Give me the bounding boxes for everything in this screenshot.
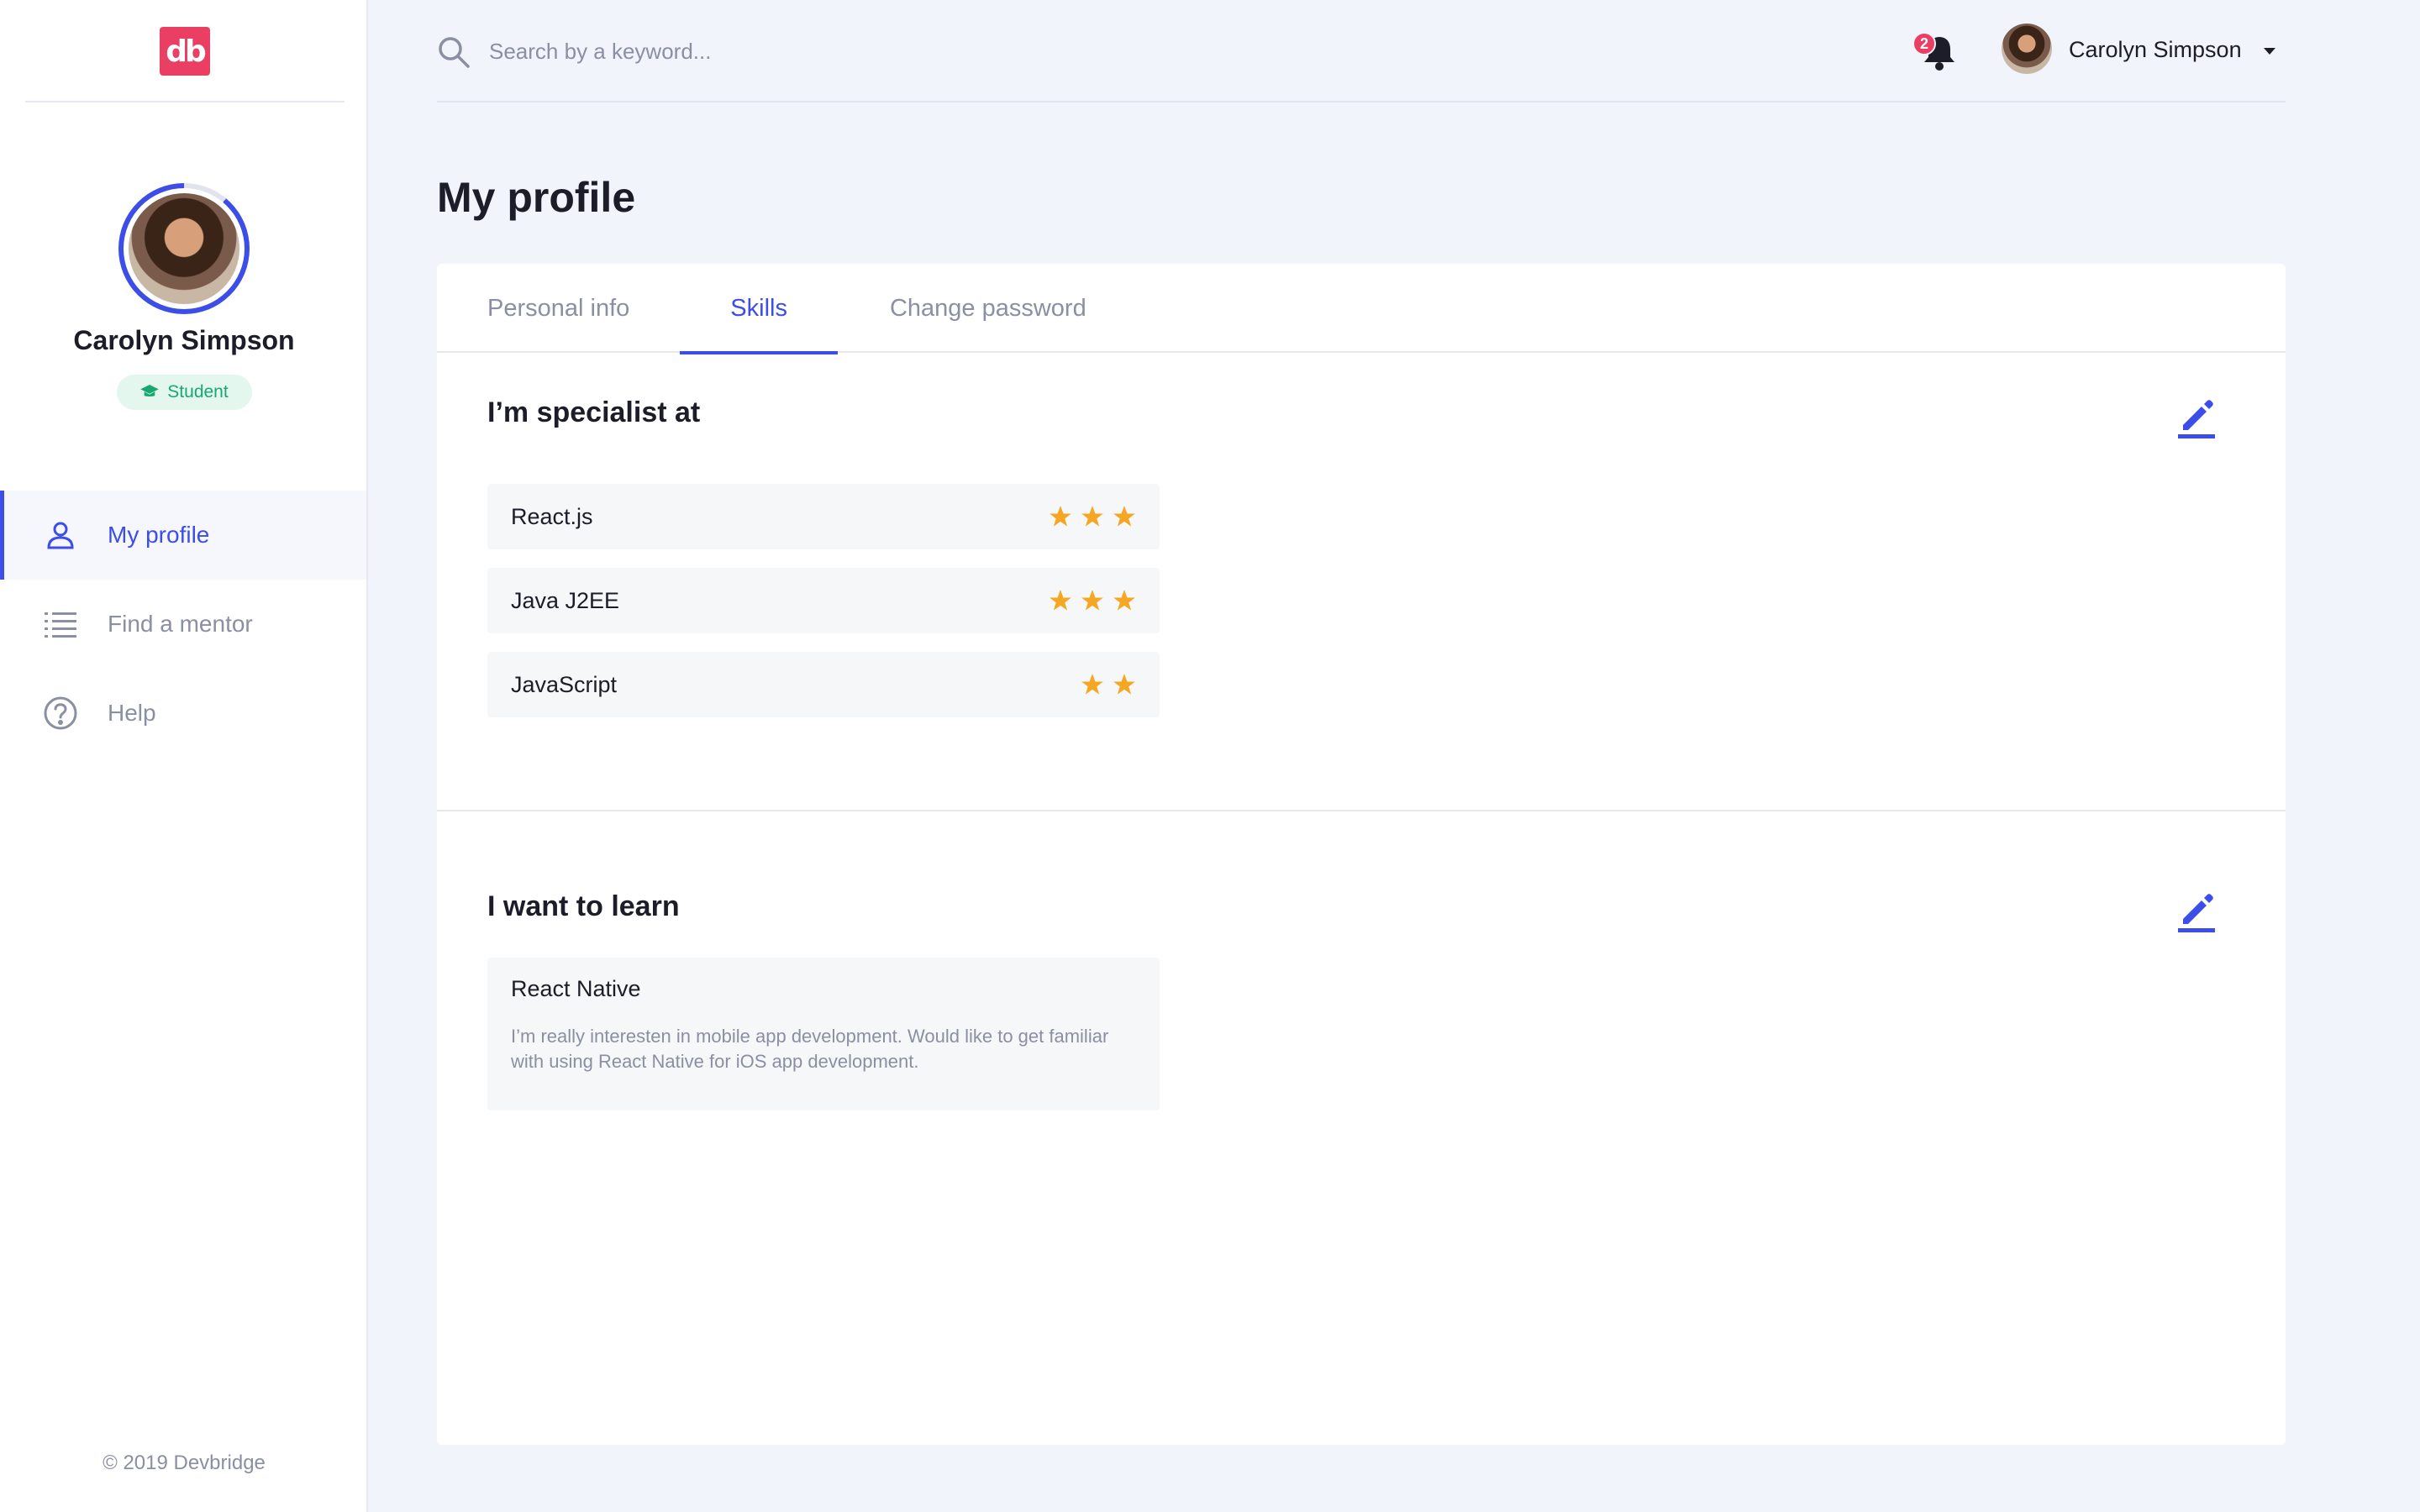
- tab-change-password[interactable]: Change password: [890, 264, 1086, 353]
- role-badge-label: Student: [167, 382, 229, 402]
- skill-row: Java J2EE: [487, 568, 1160, 633]
- sidebar-item-find-a-mentor[interactable]: Find a mentor: [0, 580, 366, 669]
- learn-item-name: React Native: [511, 976, 641, 1001]
- search-input[interactable]: [489, 32, 993, 71]
- skill-rating: [1049, 505, 1136, 528]
- skill-name: React.js: [511, 503, 593, 529]
- specialist-section-title: I’m specialist at: [487, 396, 701, 428]
- sidebar-divider: [25, 101, 345, 102]
- star-icon: [1050, 506, 1071, 527]
- graduation-cap-icon: [140, 385, 160, 396]
- star-icon: [1113, 506, 1135, 527]
- profile-tabs: Personal info Skills Change password: [437, 264, 2286, 354]
- page-title: My profile: [437, 174, 636, 221]
- profile-card: Personal info Skills Change password I’m…: [437, 264, 2286, 1445]
- skill-rating: [1049, 589, 1136, 612]
- tab-personal-info[interactable]: Personal info: [487, 264, 629, 353]
- list-icon: [44, 607, 77, 641]
- learn-item: React Native I’m really interesten in mo…: [487, 958, 1160, 1110]
- user-avatar[interactable]: [2002, 24, 2052, 74]
- skill-name: Java J2EE: [511, 587, 620, 613]
- devbridge-logo[interactable]: db: [160, 27, 210, 76]
- sidebar-item-label: Find a mentor: [108, 611, 253, 637]
- user-icon: [44, 518, 77, 552]
- sidebar-item-my-profile[interactable]: My profile: [0, 491, 366, 580]
- sidebar: db Carolyn Simpson Student My profile Fi…: [0, 0, 368, 1512]
- user-name[interactable]: Carolyn Simpson: [2069, 37, 2242, 63]
- profile-avatar-ring: [118, 183, 250, 314]
- star-icon: [1050, 590, 1071, 611]
- copyright-footer: © 2019 Devbridge: [103, 1452, 266, 1474]
- star-icon: [1113, 674, 1135, 695]
- star-icon: [1081, 506, 1103, 527]
- learn-section-title: I want to learn: [487, 890, 680, 922]
- profile-avatar: [129, 193, 239, 304]
- role-badge: Student: [117, 375, 252, 410]
- topbar: 2 Carolyn Simpson: [437, 0, 2286, 102]
- edit-learn-pencil-icon[interactable]: [2173, 887, 2220, 934]
- sidebar-nav: My profile Find a mentor Help: [0, 491, 366, 758]
- star-icon: [1113, 590, 1135, 611]
- sidebar-item-label: My profile: [108, 522, 210, 548]
- search-icon: [439, 37, 470, 68]
- star-icon: [1081, 674, 1103, 695]
- skill-row: JavaScript: [487, 652, 1160, 717]
- sidebar-item-label: Help: [108, 700, 156, 726]
- edit-specialist-pencil-icon[interactable]: [2173, 393, 2220, 440]
- skill-name: JavaScript: [511, 671, 618, 697]
- section-divider: [437, 810, 2286, 811]
- skill-row: React.js: [487, 484, 1160, 549]
- star-icon: [1081, 590, 1103, 611]
- skill-rating: [1081, 673, 1136, 696]
- notification-count-badge: 2: [1912, 32, 1936, 55]
- sidebar-item-help[interactable]: Help: [0, 669, 366, 758]
- tab-skills[interactable]: Skills: [680, 264, 838, 354]
- caret-down-icon[interactable]: [2262, 46, 2277, 56]
- profile-name: Carolyn Simpson: [73, 325, 295, 355]
- learn-item-description: I’m really interesten in mobile app deve…: [511, 1026, 1109, 1072]
- help-icon: [44, 696, 77, 730]
